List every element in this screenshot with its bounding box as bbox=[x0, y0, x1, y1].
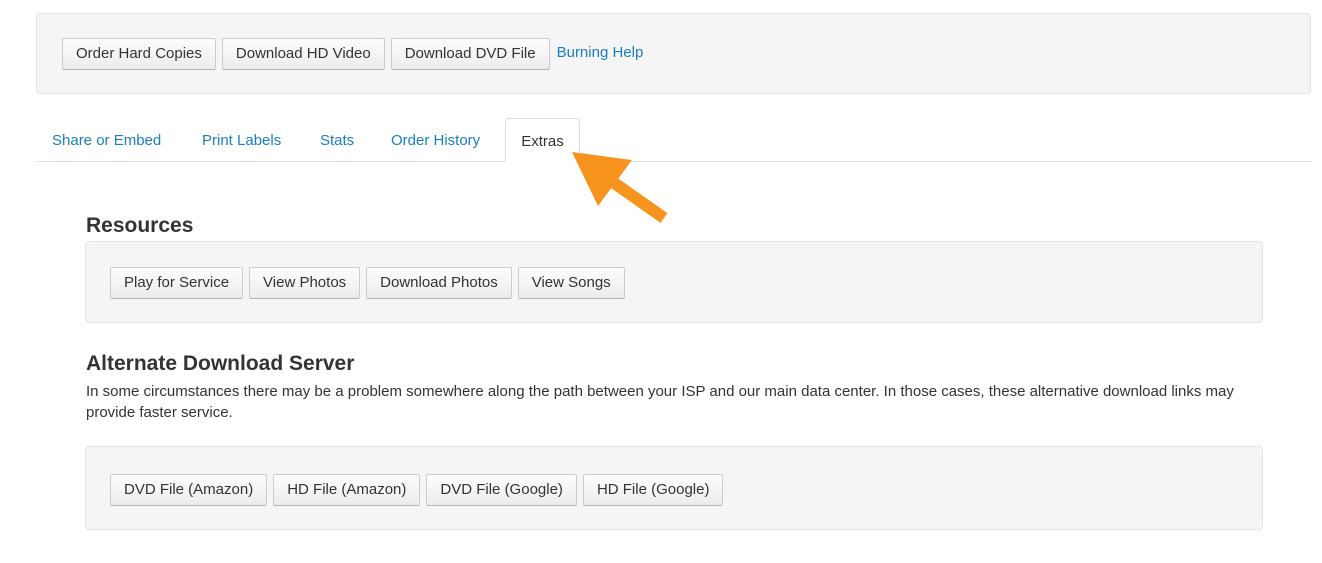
top-toolbar: Order Hard Copies Download HD Video Down… bbox=[36, 13, 1311, 94]
resources-panel: Play for Service View Photos Download Ph… bbox=[85, 241, 1263, 323]
arrow-pointing-up-left-icon bbox=[572, 152, 668, 223]
page: Order Hard Copies Download HD Video Down… bbox=[0, 0, 1322, 563]
hd-file-amazon-button[interactable]: HD File (Amazon) bbox=[273, 474, 421, 506]
alternate-server-panel: DVD File (Amazon) HD File (Amazon) DVD F… bbox=[85, 446, 1263, 530]
view-songs-button[interactable]: View Songs bbox=[517, 267, 625, 299]
view-photos-button[interactable]: View Photos bbox=[249, 267, 361, 299]
download-dvd-file-button[interactable]: Download DVD File bbox=[390, 38, 550, 70]
burning-help-link[interactable]: Burning Help bbox=[557, 44, 644, 61]
tab-share-or-embed[interactable]: Share or Embed bbox=[52, 118, 161, 162]
hd-file-google-button[interactable]: HD File (Google) bbox=[582, 474, 724, 506]
resources-buttons: Play for Service View Photos Download Ph… bbox=[110, 267, 626, 299]
download-photos-button[interactable]: Download Photos bbox=[366, 267, 512, 299]
alternate-server-heading: Alternate Download Server bbox=[86, 352, 355, 375]
top-toolbar-buttons: Order Hard Copies Download HD Video Down… bbox=[62, 38, 643, 70]
dvd-file-amazon-button[interactable]: DVD File (Amazon) bbox=[110, 474, 268, 506]
resources-heading: Resources bbox=[86, 214, 194, 237]
alternate-server-description: In some circumstances there may be a pro… bbox=[86, 383, 1234, 421]
tab-print-labels[interactable]: Print Labels bbox=[202, 118, 281, 162]
alternate-server-buttons: DVD File (Amazon) HD File (Amazon) DVD F… bbox=[110, 474, 724, 506]
tab-stats[interactable]: Stats bbox=[320, 118, 354, 162]
order-hard-copies-button[interactable]: Order Hard Copies bbox=[62, 38, 216, 70]
download-hd-video-button[interactable]: Download HD Video bbox=[221, 38, 385, 70]
dvd-file-google-button[interactable]: DVD File (Google) bbox=[426, 474, 577, 506]
play-for-service-button[interactable]: Play for Service bbox=[110, 267, 244, 299]
tab-order-history[interactable]: Order History bbox=[391, 118, 480, 162]
